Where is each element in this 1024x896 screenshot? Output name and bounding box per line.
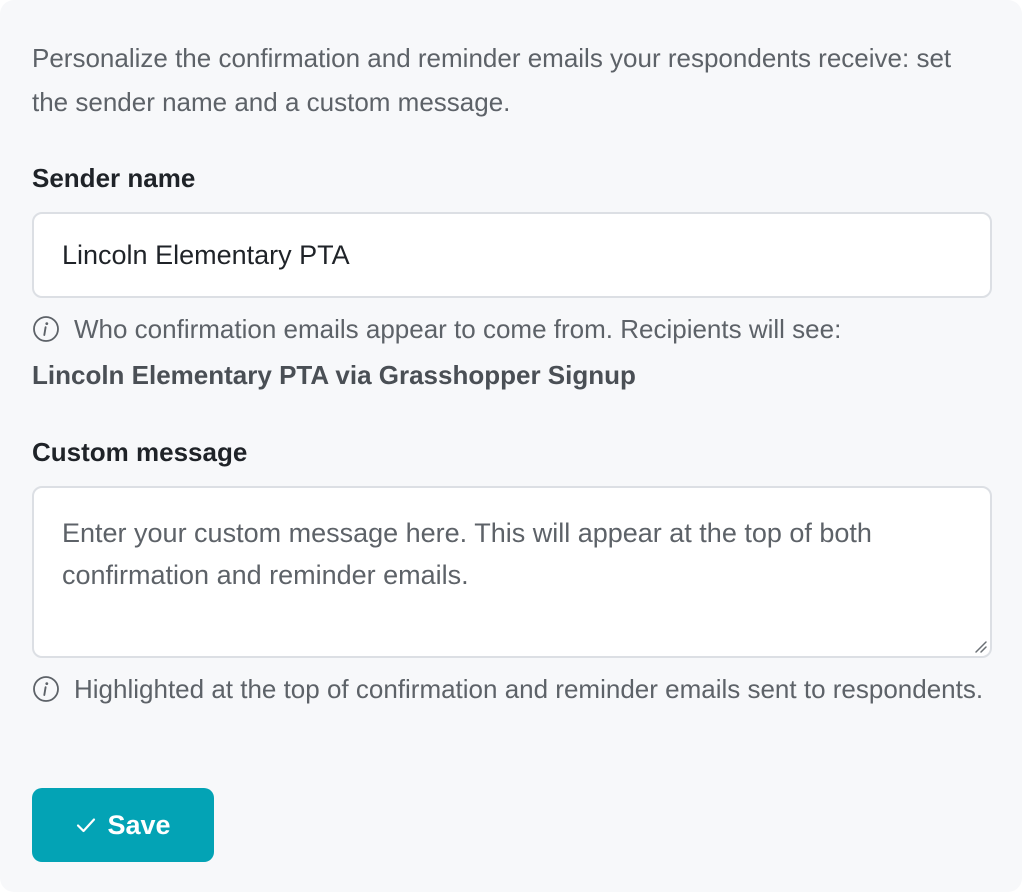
intro-text: Personalize the confirmation and reminde… bbox=[32, 43, 952, 117]
info-icon bbox=[33, 676, 59, 702]
resize-handle-icon[interactable] bbox=[972, 638, 988, 654]
check-icon bbox=[77, 818, 96, 833]
custom-message-textarea[interactable] bbox=[34, 488, 990, 656]
email-settings-panel: Personalize the confirmation and reminde… bbox=[0, 0, 1022, 892]
sender-help-text: Who confirmation emails appear to come f… bbox=[74, 314, 842, 344]
info-icon bbox=[33, 316, 59, 342]
custom-message-help: Highlighted at the top of confirmation a… bbox=[32, 666, 992, 712]
save-button[interactable]: Save bbox=[32, 788, 214, 862]
sender-name-input[interactable] bbox=[32, 212, 992, 298]
custom-message-label: Custom message bbox=[32, 437, 248, 467]
custom-message-container bbox=[32, 486, 992, 658]
sender-preview-text: Lincoln Elementary PTA via Grasshopper S… bbox=[32, 360, 636, 390]
custom-help-text: Highlighted at the top of confirmation a… bbox=[74, 674, 984, 704]
sender-name-label: Sender name bbox=[32, 163, 196, 193]
save-button-label: Save bbox=[107, 809, 171, 840]
sender-name-help: Who confirmation emails appear to come f… bbox=[32, 306, 992, 398]
